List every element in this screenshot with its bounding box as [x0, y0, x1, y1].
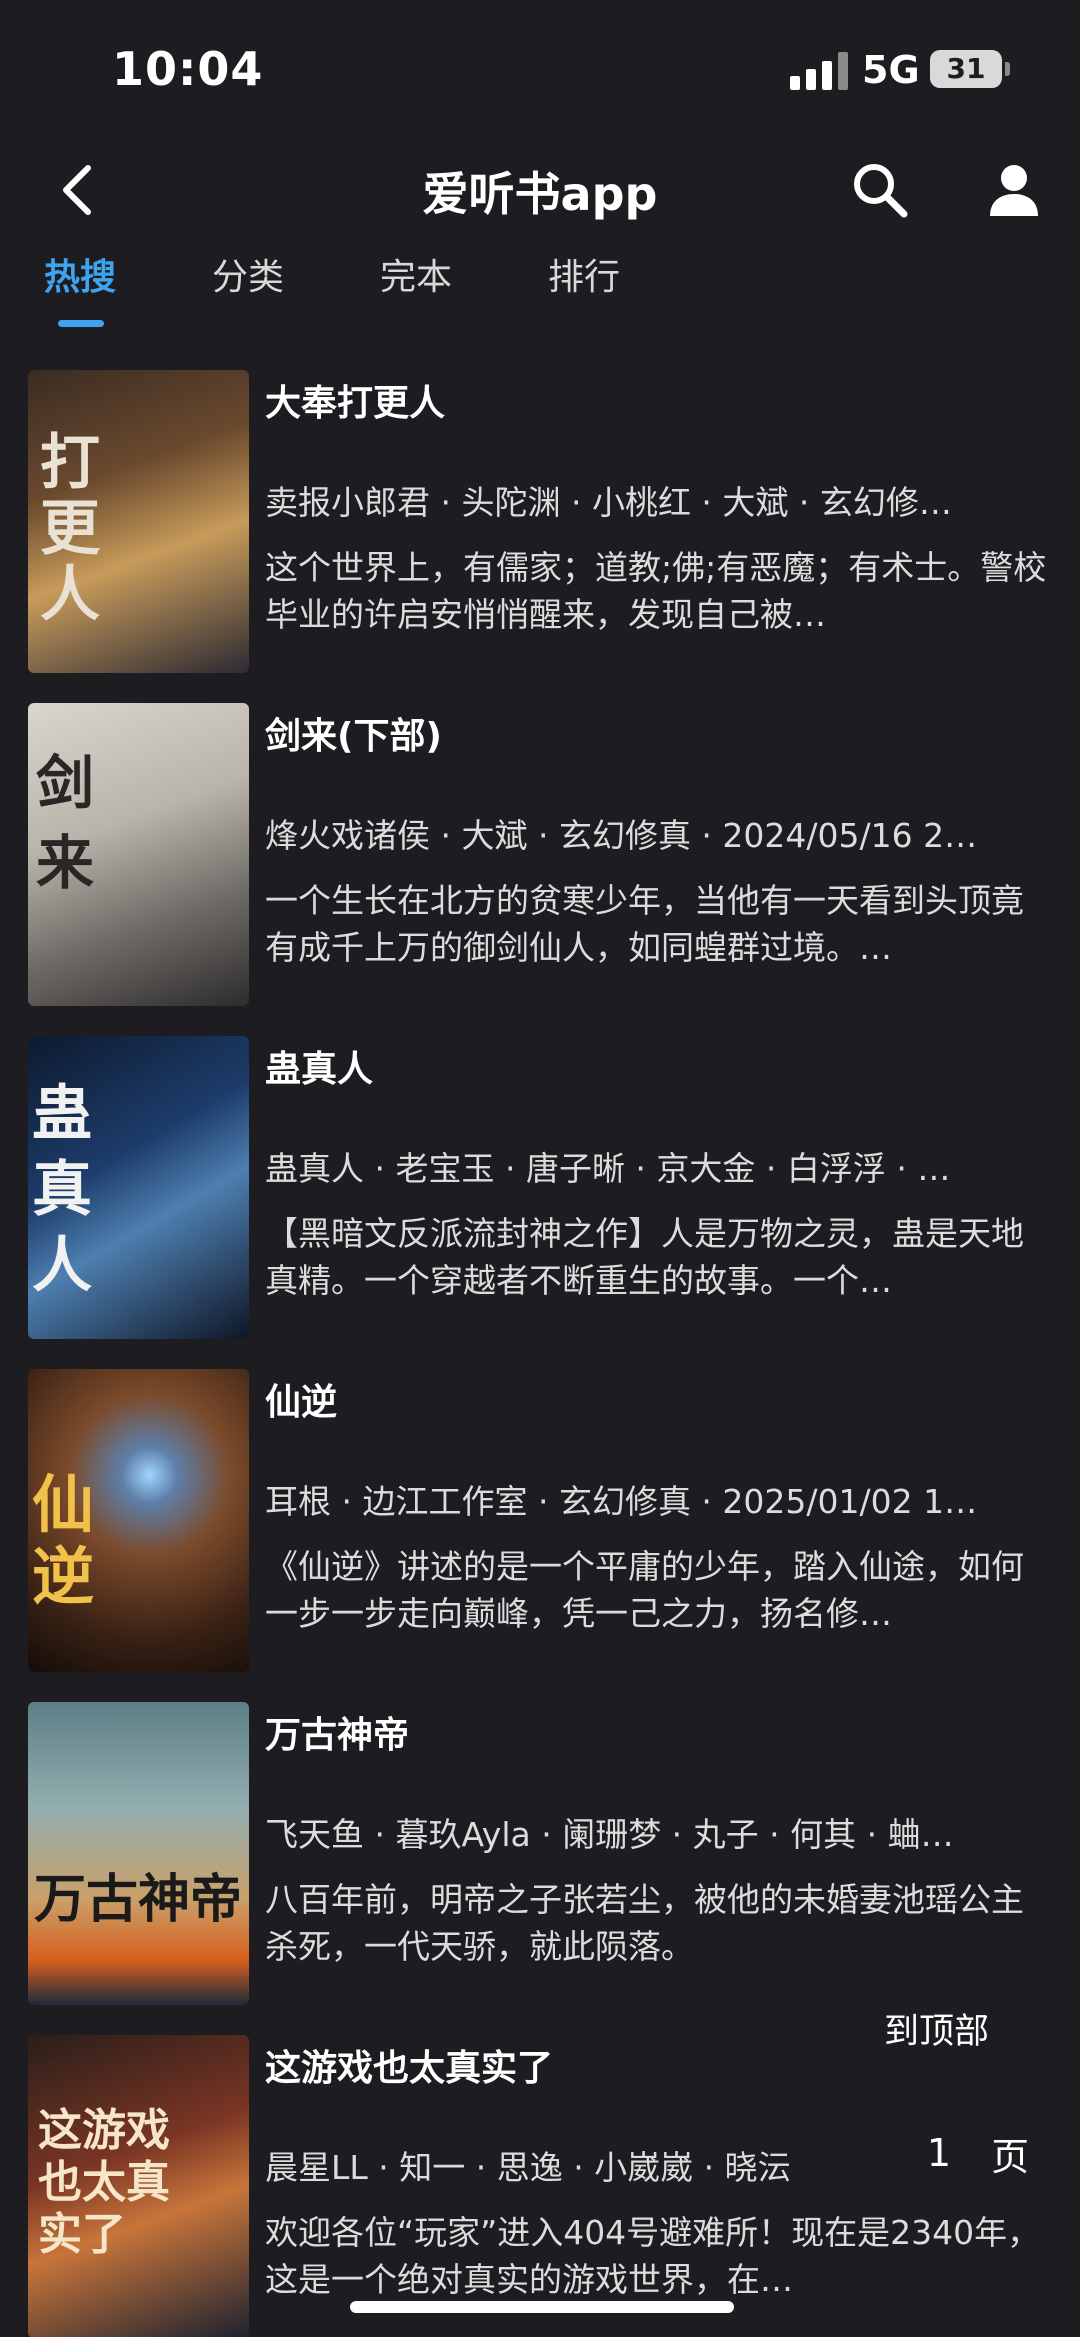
home-indicator[interactable]: [350, 2301, 734, 2313]
book-description: 《仙逆》讲述的是一个平庸的少年，踏入仙途，如何一步一步走向巅峰，凭一己之力，扬名…: [265, 1547, 1024, 1633]
book-list-item[interactable]: 打更人 大奉打更人 卖报小郎君 · 头陀渊 · 小桃红 · 大斌 · 玄幻修… …: [0, 368, 1080, 701]
status-time: 10:04: [112, 42, 264, 96]
book-cover: 仙逆: [28, 1369, 249, 1672]
page-title: 爱听书app: [422, 167, 658, 221]
book-list-item[interactable]: 剑来 剑来(下部) 烽火戏诸侯 · 大斌 · 玄幻修真 · 2024/05/16…: [0, 701, 1080, 1034]
cover-title: 蛊真人: [32, 1079, 92, 1301]
book-meta: 烽火戏诸侯 · 大斌 · 玄幻修真 · 2024/05/16 2…: [265, 816, 978, 855]
page-indicator[interactable]: 1 页: [888, 2120, 1068, 2186]
cover-title: 剑来: [36, 749, 95, 897]
book-title: 万古神帝: [265, 1715, 410, 1756]
tab-indicator: [58, 320, 104, 327]
tab-category[interactable]: 分类: [212, 248, 380, 338]
cover-title: 这游戏也太真实了: [38, 2105, 170, 2260]
status-bar: 10:04 5G 31: [0, 0, 1080, 140]
chevron-left-icon: [63, 165, 91, 215]
book-meta: 蛊真人 · 老宝玉 · 唐子晰 · 京大金 · 白浮浮 · …: [265, 1149, 951, 1188]
network-label: 5G: [862, 48, 920, 92]
search-button[interactable]: [848, 158, 912, 222]
cover-title: 仙逆: [32, 1468, 95, 1613]
user-icon: [990, 165, 1038, 216]
tab-label: 完本: [380, 257, 453, 298]
book-title: 仙逆: [265, 1382, 338, 1423]
book-title: 大奉打更人: [265, 383, 446, 424]
tab-label: 分类: [212, 257, 285, 298]
book-meta: 晨星LL · 知一 · 思逸 · 小崴崴 · 晓沄: [265, 2148, 791, 2187]
cover-title: 万古神帝: [34, 1869, 243, 1930]
cover-title: 打更人: [40, 428, 100, 630]
book-meta: 飞天鱼 · 暮玖Ayla · 阑珊梦 · 丸子 · 何其 · 蛐…: [265, 1815, 954, 1854]
profile-button[interactable]: [982, 158, 1046, 222]
search-icon: [854, 164, 908, 218]
book-cover: 打更人: [28, 370, 249, 673]
book-cover: 蛊真人: [28, 1036, 249, 1339]
book-cover: 这游戏也太真实了: [28, 2035, 249, 2337]
back-button[interactable]: [52, 162, 108, 218]
book-description: 欢迎各位“玩家”进入404号避难所！现在是2340年，这是一个绝对真实的游戏世界…: [265, 2213, 1041, 2299]
book-list-item[interactable]: 仙逆 仙逆 耳根 · 边江工作室 · 玄幻修真 · 2025/01/02 1… …: [0, 1367, 1080, 1700]
page-number: 1: [926, 2131, 952, 2175]
book-title: 剑来(下部): [265, 716, 442, 757]
book-list-item[interactable]: 蛊真人 蛊真人 蛊真人 · 老宝玉 · 唐子晰 · 京大金 · 白浮浮 · … …: [0, 1034, 1080, 1367]
book-meta: 耳根 · 边江工作室 · 玄幻修真 · 2025/01/02 1…: [265, 1482, 978, 1521]
book-title: 这游戏也太真实了: [265, 2048, 554, 2089]
tab-bar: 热搜 分类 完本 排行: [44, 248, 716, 338]
nav-bar: 爱听书app: [0, 140, 1080, 240]
book-description: 【黑暗文反派流封神之作】人是万物之灵，蛊是天地真精。一个穿越者不断重生的故事。一…: [265, 1214, 1024, 1300]
book-title: 蛊真人: [265, 1049, 374, 1090]
tab-completed[interactable]: 完本: [380, 248, 548, 338]
scroll-to-top-button[interactable]: 到顶部: [884, 2003, 989, 2054]
tab-label: 排行: [548, 257, 621, 298]
book-list-item[interactable]: 万古神帝 万古神帝 飞天鱼 · 暮玖Ayla · 阑珊梦 · 丸子 · 何其 ·…: [0, 1700, 1080, 2033]
book-description: 这个世界上，有儒家；道教;佛;有恶魔；有术士。警校毕业的许启安悄悄醒来，发现自己…: [265, 548, 1047, 634]
tab-label: 热搜: [44, 257, 117, 298]
book-cover: 万古神帝: [28, 1702, 249, 2005]
tab-hot-search[interactable]: 热搜: [44, 248, 212, 338]
app-screen: 10:04 5G 31 爱听书app 热搜 分类 完本 排行 打更人 大奉打更人…: [0, 0, 1080, 2337]
page-unit: 页: [991, 2134, 1030, 2179]
battery-level: 31: [946, 52, 986, 85]
book-cover: 剑来: [28, 703, 249, 1006]
battery-icon: 31: [930, 50, 1010, 88]
book-description: 一个生长在北方的贫寒少年，当他有一天看到头顶竟有成千上万的御剑仙人，如同蝗群过境…: [265, 881, 1024, 967]
book-meta: 卖报小郎君 · 头陀渊 · 小桃红 · 大斌 · 玄幻修…: [265, 483, 952, 522]
signal-icon: [790, 52, 848, 90]
book-description: 八百年前，明帝之子张若尘，被他的未婚妻池瑶公主杀死，一代天骄，就此陨落。: [265, 1880, 1024, 1966]
tab-ranking[interactable]: 排行: [548, 248, 716, 338]
